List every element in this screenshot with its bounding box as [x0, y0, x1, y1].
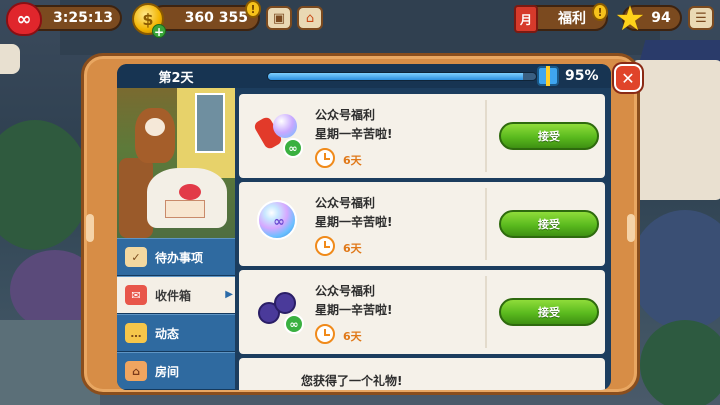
active-arrow-icon: ▶: [225, 289, 233, 300]
nav-item-label: 收件箱: [155, 288, 192, 303]
list-item: ∞ 公众号福利 星期一辛苦啦! 6天 接受: [239, 182, 605, 266]
accept-button[interactable]: 接受: [499, 298, 599, 326]
alert-icon: !: [592, 3, 608, 21]
alert-icon: !: [245, 0, 261, 18]
day-label: 第2天: [158, 70, 194, 86]
nav-item-inbox[interactable]: ✉ 收件箱 ▶: [117, 276, 235, 314]
infinite-badge-icon: ∞: [273, 214, 285, 230]
room-icon: ⌂: [125, 361, 147, 381]
message-list[interactable]: ∞ 公众号福利 星期一辛苦啦! 6天 接受 ∞ 公众号福利 星期一辛苦啦! 6天…: [239, 94, 609, 390]
reward-icon: ∞: [253, 284, 304, 334]
star-icon: ★: [614, 0, 646, 39]
nav-item-label: 房间: [155, 364, 180, 379]
progress-bar: [267, 72, 537, 81]
modal-content: 第2天 95% ✓ 待办事项 ✉ 收件箱 ▶ … 动态 ⌂ 房间 ∞ 公众号福利…: [117, 64, 611, 390]
nav-item-todo[interactable]: ✓ 待办事项: [117, 238, 235, 276]
chat-icon: …: [125, 323, 147, 343]
message-body: 星期一辛苦啦!: [315, 303, 393, 317]
clipboard-icon: ✓: [125, 247, 147, 267]
add-coins-icon[interactable]: +: [152, 24, 166, 39]
infinite-badge-icon: ∞: [284, 314, 304, 334]
gamepad-icon[interactable]: ▣: [266, 6, 292, 30]
inbox-modal: 第2天 95% ✓ 待办事项 ✉ 收件箱 ▶ … 动态 ⌂ 房间 ∞ 公众号福利…: [81, 53, 642, 395]
list-item: 您获得了一个礼物!: [239, 358, 605, 390]
reward-icon: ∞: [252, 108, 303, 158]
frame-tab: [86, 214, 94, 242]
frame-tab: [627, 214, 635, 242]
infinite-lives-heart-icon[interactable]: ∞: [6, 2, 42, 36]
calendar-icon: 月: [514, 5, 538, 33]
inbox-nav: ✓ 待办事项 ✉ 收件箱 ▶ … 动态 ⌂ 房间: [117, 238, 235, 390]
message-title: 公众号福利: [315, 108, 376, 122]
message-title: 您获得了一个礼物!: [301, 374, 403, 388]
modal-header: 第2天 95%: [117, 64, 611, 88]
clock-icon: [315, 236, 335, 256]
message-body: 星期一辛苦啦!: [315, 127, 393, 141]
message-expiry: 6天: [343, 330, 362, 343]
close-button[interactable]: ✕: [614, 64, 642, 92]
list-item: ∞ 公众号福利 星期一辛苦啦! 6天 接受: [239, 270, 605, 354]
home-icon[interactable]: ⌂: [297, 6, 323, 30]
menu-icon[interactable]: ☰: [688, 6, 714, 30]
message-title: 公众号福利: [315, 284, 376, 298]
welfare-label: 福利: [558, 11, 586, 27]
progress-fill: [268, 73, 523, 80]
list-item: ∞ 公众号福利 星期一辛苦啦! 6天 接受: [239, 94, 605, 178]
message-expiry: 6天: [343, 154, 362, 167]
infinite-badge-icon: ∞: [283, 138, 303, 158]
progress-percent: 95%: [565, 68, 599, 84]
lives-timer: 3:25:13: [53, 10, 113, 26]
nav-item-label: 待办事项: [155, 250, 204, 265]
coins-pill[interactable]: 360 355: [150, 5, 260, 31]
nav-item-label: 动态: [155, 326, 180, 341]
accept-button[interactable]: 接受: [499, 122, 599, 150]
dog-illustration: [117, 88, 235, 238]
clock-icon: [315, 324, 335, 344]
gift-box-icon[interactable]: [537, 66, 559, 86]
nav-item-feed[interactable]: … 动态: [117, 314, 235, 352]
clock-icon: [315, 148, 335, 168]
accept-button[interactable]: 接受: [499, 210, 599, 238]
message-title: 公众号福利: [315, 196, 376, 210]
star-count: 94: [651, 10, 671, 26]
message-body: 星期一辛苦啦!: [315, 215, 393, 229]
nav-item-room[interactable]: ⌂ 房间: [117, 352, 235, 390]
reward-icon: ∞: [253, 196, 301, 244]
mailbox-icon: ✉: [125, 285, 147, 305]
message-expiry: 6天: [343, 242, 362, 255]
coin-count: 360 355: [184, 10, 248, 26]
side-shortcut[interactable]: [0, 44, 20, 74]
